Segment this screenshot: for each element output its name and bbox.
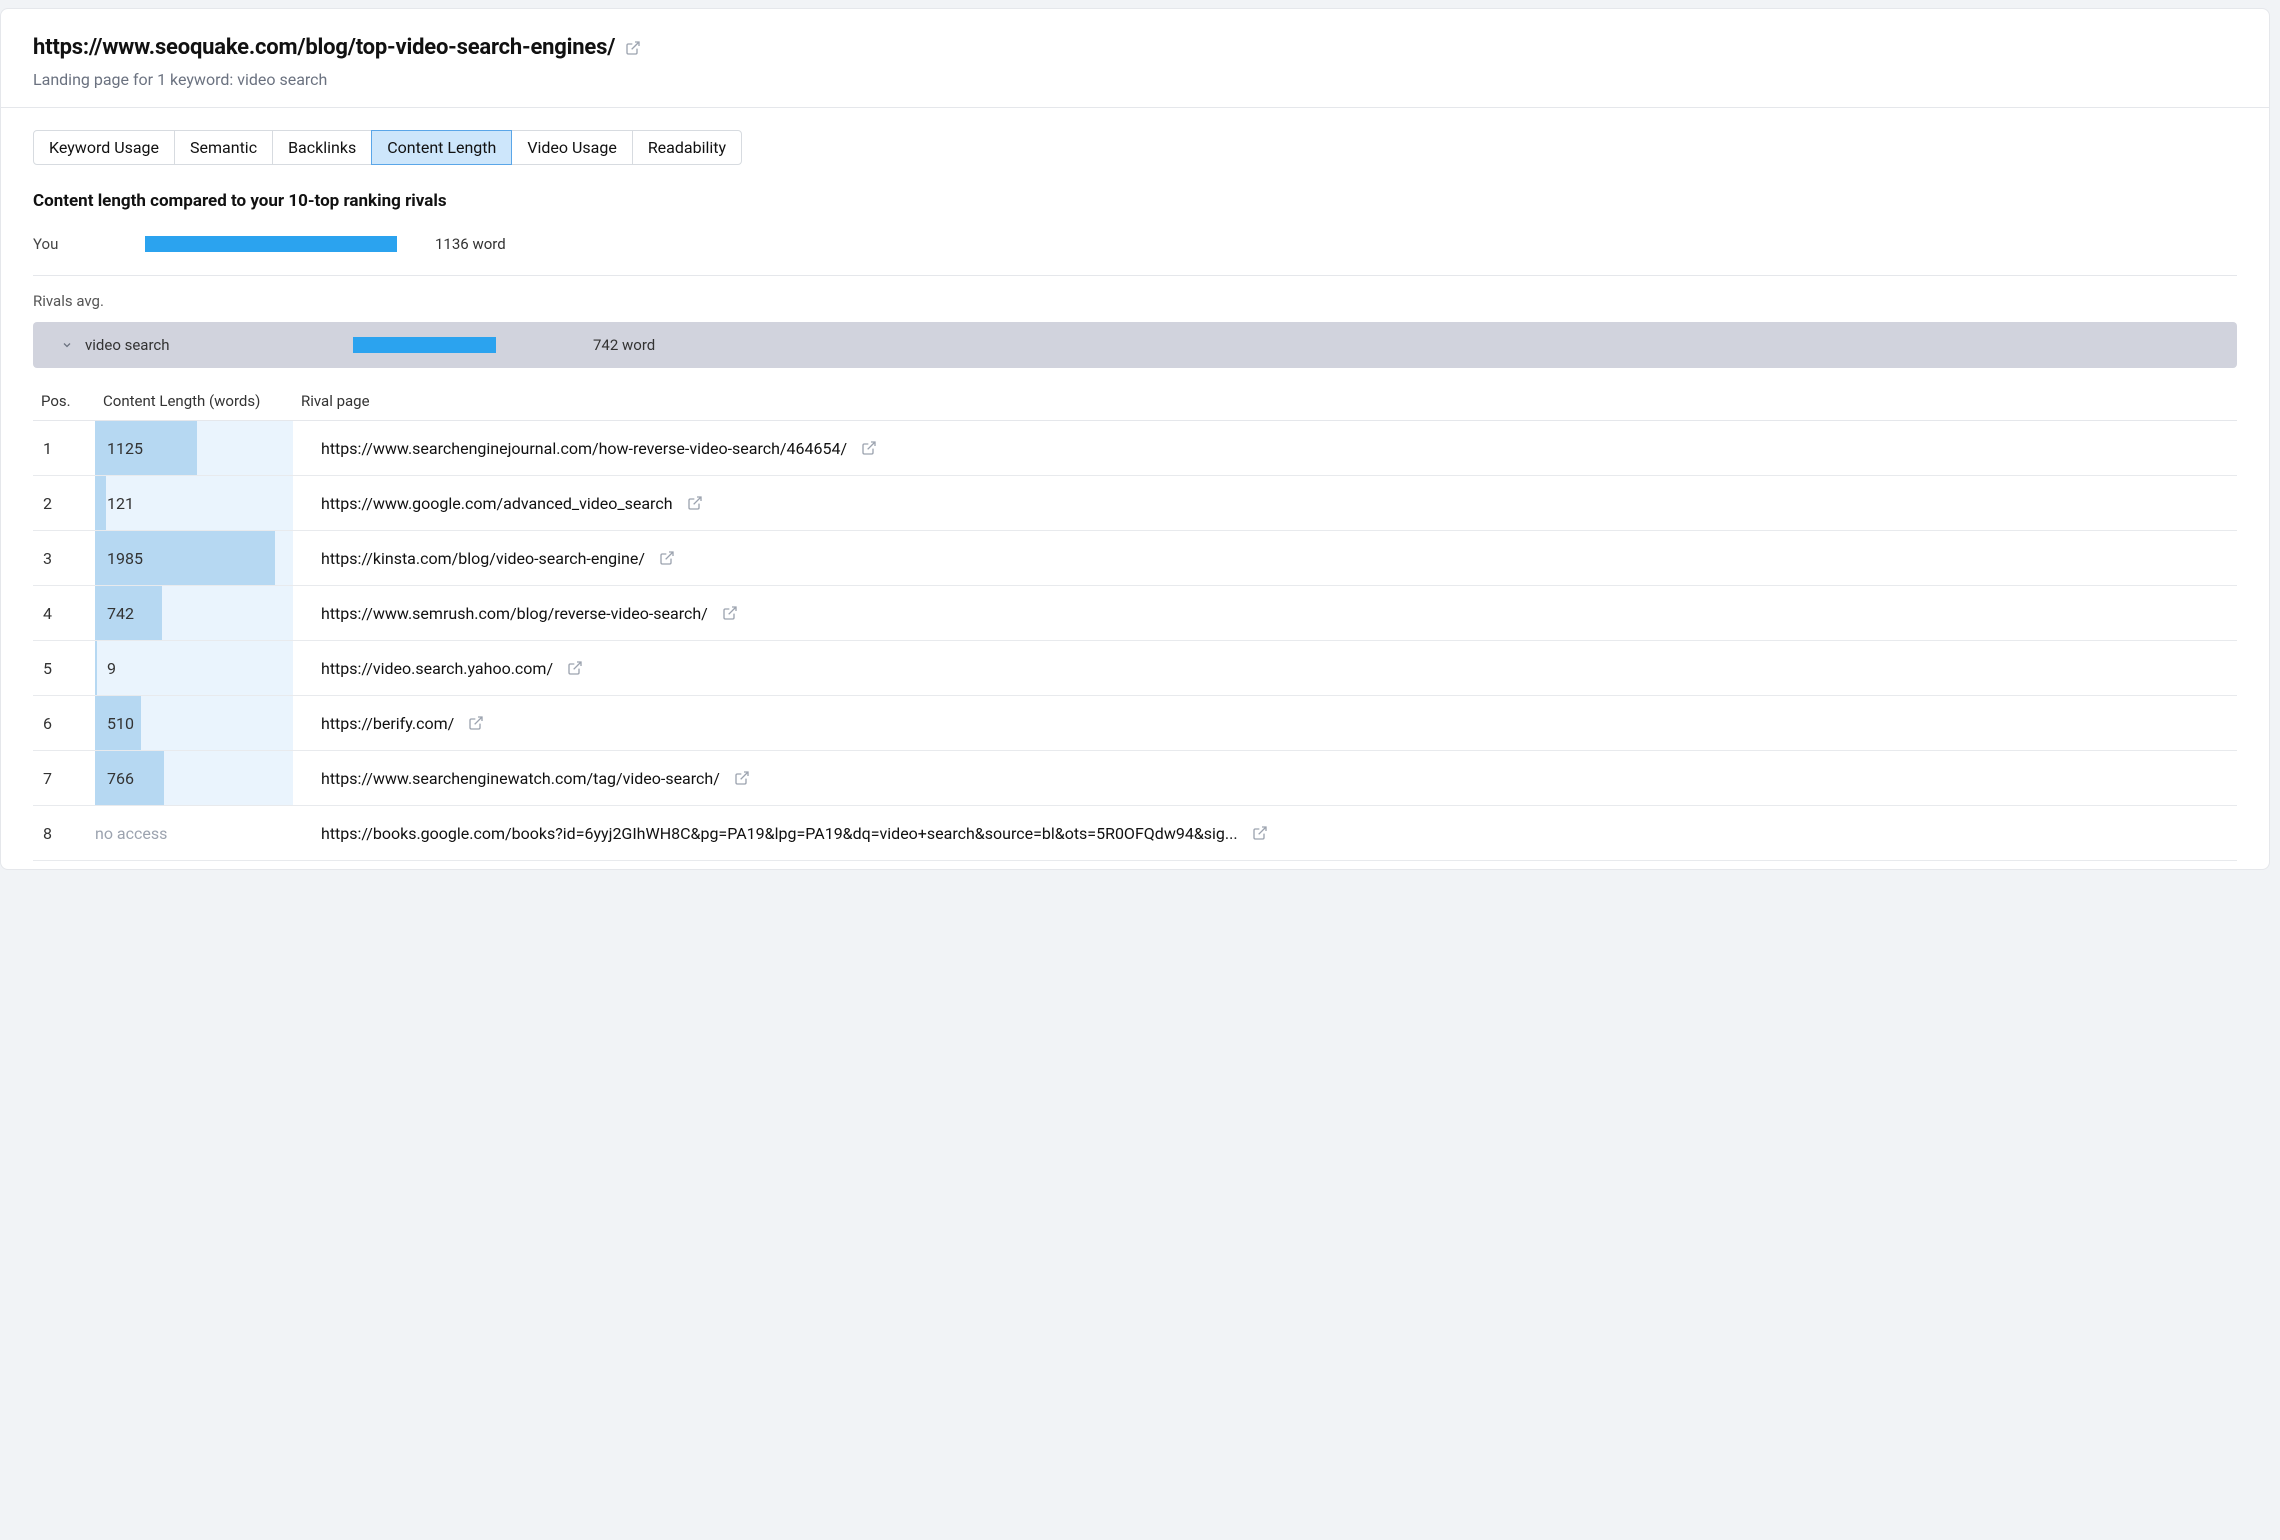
external-link-icon[interactable] [861,440,877,456]
external-link-icon[interactable] [625,40,641,56]
row-rival-url[interactable]: https://books.google.com/books?id=6yyj2G… [293,824,2237,843]
you-value: 1136 word [435,235,506,253]
external-link-icon[interactable] [659,550,675,566]
row-content-length: 9 [95,641,293,695]
row-rival-url[interactable]: https://kinsta.com/blog/video-search-eng… [293,549,2237,568]
row-rival-url[interactable]: https://www.searchenginewatch.com/tag/vi… [293,769,2237,788]
row-content-length: 1985 [95,531,293,585]
row-pos: 4 [33,604,95,623]
keyword-summary-row[interactable]: video search 742 word [33,322,2237,368]
tab-semantic[interactable]: Semantic [174,130,273,165]
you-row: You 1136 word [33,235,2237,276]
table-row: 2121https://www.google.com/advanced_vide… [33,476,2237,531]
table-row: 6510https://berify.com/ [33,696,2237,751]
keyword-value: 742 word [593,336,655,354]
row-pos: 2 [33,494,95,513]
row-pos: 6 [33,714,95,733]
page-subtitle: Landing page for 1 keyword: video search [33,70,2237,89]
row-content-length: no access [95,806,293,860]
tabs-bar: Keyword UsageSemanticBacklinksContent Le… [33,130,742,165]
table-row: 8no accesshttps://books.google.com/books… [33,806,2237,861]
tab-keyword-usage[interactable]: Keyword Usage [33,130,175,165]
row-content-length: 1125 [95,421,293,475]
table-row: 4742https://www.semrush.com/blog/reverse… [33,586,2237,641]
external-link-icon[interactable] [468,715,484,731]
row-rival-url[interactable]: https://berify.com/ [293,714,2237,733]
chevron-down-icon [61,339,73,351]
page-url: https://www.seoquake.com/blog/top-video-… [33,35,615,60]
external-link-icon[interactable] [687,495,703,511]
col-header-pos: Pos. [41,392,103,410]
tab-backlinks[interactable]: Backlinks [272,130,372,165]
keyword-bar [353,337,496,353]
row-pos: 8 [33,824,95,843]
row-content-length: 766 [95,751,293,805]
external-link-icon[interactable] [1252,825,1268,841]
table-row: 7766https://www.searchenginewatch.com/ta… [33,751,2237,806]
row-rival-url[interactable]: https://www.semrush.com/blog/reverse-vid… [293,604,2237,623]
external-link-icon[interactable] [734,770,750,786]
row-rival-url[interactable]: https://www.searchenginejournal.com/how-… [293,439,2237,458]
external-link-icon[interactable] [567,660,583,676]
row-rival-url[interactable]: https://www.google.com/advanced_video_se… [293,494,2237,513]
row-content-length: 121 [95,476,293,530]
table-row: 11125https://www.searchenginejournal.com… [33,421,2237,476]
section-title: Content length compared to your 10-top r… [33,191,2237,211]
row-rival-url[interactable]: https://video.search.yahoo.com/ [293,659,2237,678]
row-content-length: 510 [95,696,293,750]
row-content-length: 742 [95,586,293,640]
rivals-table: Pos. Content Length (words) Rival page 1… [33,382,2237,861]
tab-video-usage[interactable]: Video Usage [511,130,632,165]
row-pos: 5 [33,659,95,678]
table-row: 59https://video.search.yahoo.com/ [33,641,2237,696]
row-pos: 3 [33,549,95,568]
col-header-content-length: Content Length (words) [103,392,301,410]
you-bar [145,236,397,252]
col-header-rival: Rival page [301,392,2229,410]
table-row: 31985https://kinsta.com/blog/video-searc… [33,531,2237,586]
you-label: You [33,235,145,253]
row-pos: 1 [33,439,95,458]
keyword-name: video search [85,336,353,354]
tab-content-length[interactable]: Content Length [371,130,512,165]
tab-readability[interactable]: Readability [632,130,742,165]
rivals-avg-label: Rivals avg. [33,292,2237,310]
row-pos: 7 [33,769,95,788]
external-link-icon[interactable] [722,605,738,621]
